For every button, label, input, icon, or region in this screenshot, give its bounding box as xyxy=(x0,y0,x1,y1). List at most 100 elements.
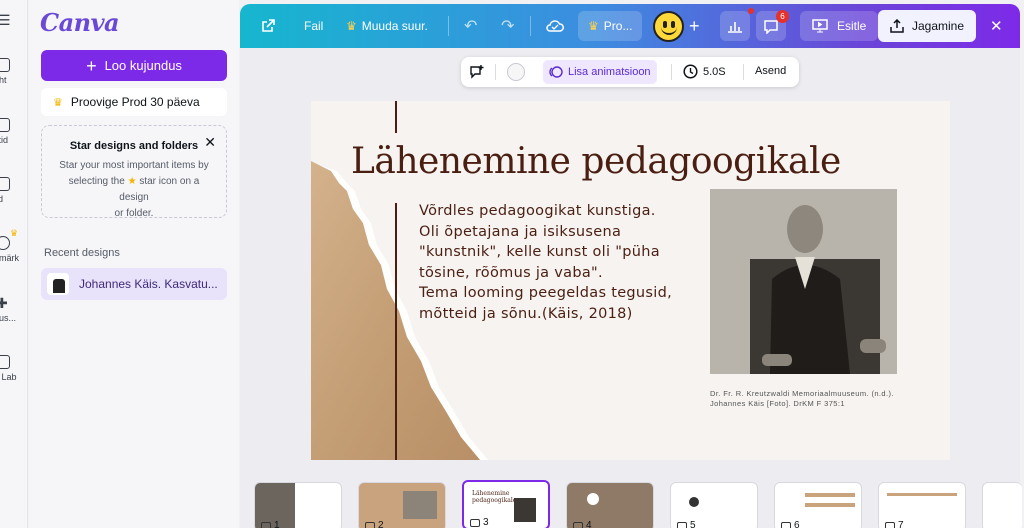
rail-item-lab[interactable]: n Lab xyxy=(0,355,27,382)
pro-button[interactable]: ♛ Pro... xyxy=(578,4,643,48)
star-card-title: Star designs and folders xyxy=(69,140,199,152)
page-thumbnail[interactable]: 4 xyxy=(566,482,654,528)
undo-icon[interactable]: ↶ xyxy=(464,4,477,48)
side-panel: Canva + Loo kujundus ♛ Proovige Prod 30 … xyxy=(29,0,239,528)
open-external-icon[interactable] xyxy=(260,4,276,48)
timing-button[interactable]: 5.0S xyxy=(683,64,726,79)
animate-button[interactable]: Lisa animatsioon xyxy=(543,60,657,84)
add-collaborator-icon[interactable]: + xyxy=(689,4,700,48)
decor-line xyxy=(395,203,397,460)
lab-icon xyxy=(0,355,10,369)
slide-title[interactable]: Lähenemine pedagoogikale xyxy=(351,141,911,182)
share-label: Jagamine xyxy=(911,19,965,33)
page-thumbnail[interactable]: 5 xyxy=(670,482,758,528)
menu-icon[interactable]: ☰ xyxy=(0,12,11,29)
portrait-photo[interactable] xyxy=(710,189,897,374)
present-pill: Esitle xyxy=(800,11,879,41)
rail-item-home[interactable]: eht xyxy=(0,58,27,85)
background-color-swatch[interactable] xyxy=(507,63,525,81)
page-thumbnail-selected[interactable]: Lähenemine pedagoogikale 3 xyxy=(462,480,550,528)
rail-item-projects[interactable]: ktid xyxy=(0,118,27,145)
divider xyxy=(671,64,672,80)
page-thumbnail[interactable]: 2 xyxy=(358,482,446,528)
rail-item-apps[interactable]: ✚ dus... xyxy=(0,296,27,323)
portrait-illustration xyxy=(710,189,897,374)
recent-design-item[interactable]: Johannes Käis. Kasvatu... xyxy=(41,268,227,300)
apps-icon: ✚ xyxy=(0,296,10,310)
page-number: 2 xyxy=(378,520,384,528)
animate-label: Lisa animatsioon xyxy=(568,66,651,78)
plus-icon: + xyxy=(86,55,97,76)
close-editor-icon[interactable]: ✕ xyxy=(990,4,1003,48)
recent-designs-heading: Recent designs xyxy=(44,247,120,259)
resize-button[interactable]: ♛ Muuda suur. xyxy=(346,4,428,48)
page-number: 7 xyxy=(898,520,904,528)
decor-line-top xyxy=(395,101,397,133)
page-filmstrip: 1 2 Lähenemine pedagoogikale 3 4 5 6 7 xyxy=(240,476,1022,528)
canva-logo[interactable]: Canva xyxy=(40,8,120,37)
create-design-label: Loo kujundus xyxy=(104,58,182,73)
pro-trial-button[interactable]: ♛ Proovige Prod 30 päeva xyxy=(41,88,227,116)
context-toolbar: Lisa animatsioon 5.0S Asend xyxy=(461,57,799,87)
body-line: mõtteid ja sõnu.(Käis, 2018) xyxy=(419,305,633,322)
body-line: Oli õpetajana ja isiksusena xyxy=(419,223,622,240)
page-thumbnail[interactable]: 7 xyxy=(878,482,966,528)
share-icon xyxy=(890,19,904,33)
cloud-save-icon[interactable] xyxy=(546,4,564,48)
page-thumbnail-partial[interactable] xyxy=(982,482,1022,528)
caption-line: Dr. Fr. R. Kreutzwaldi Memoriaalmuuseum.… xyxy=(710,389,894,398)
file-menu-button[interactable]: Fail xyxy=(304,4,323,48)
slide-body-text[interactable]: Võrdles pedagoogikat kunstiga. Oli õpeta… xyxy=(419,201,709,324)
slide-canvas[interactable]: Lähenemine pedagoogikale Võrdles pedagoo… xyxy=(311,101,950,460)
page-number: 4 xyxy=(586,520,592,528)
position-button[interactable]: Asend xyxy=(755,65,786,77)
redo-icon[interactable]: ↷ xyxy=(501,4,514,48)
star-card-description: Star your most important items by select… xyxy=(59,160,209,219)
user-avatar[interactable] xyxy=(653,11,684,42)
caption-line: Johannes Käis [Foto]. DrKM F 375:1 xyxy=(710,399,845,408)
left-rail: ☰ eht ktid lid ämärk ♛ ✚ dus... n Lab xyxy=(0,0,28,528)
animate-icon xyxy=(549,66,563,78)
page-thumbnail[interactable]: 6 xyxy=(774,482,862,528)
body-line: Tema looming peegeldas tegusid, xyxy=(419,285,673,301)
page-number: 3 xyxy=(483,517,489,528)
present-icon xyxy=(812,19,828,33)
page-number: 1 xyxy=(274,520,280,528)
crown-icon: ♛ xyxy=(10,228,19,238)
trial-label: Proovige Prod 30 päeva xyxy=(70,95,200,109)
rail-item-brand[interactable]: ämärk ♛ xyxy=(0,228,27,263)
body-line: Võrdles pedagoogikat kunstiga. xyxy=(419,203,656,219)
crown-icon: ♛ xyxy=(53,96,63,109)
insights-button[interactable] xyxy=(720,4,750,48)
home-icon xyxy=(0,58,10,72)
brand-icon xyxy=(0,236,10,250)
resize-label: Muuda suur. xyxy=(361,19,428,33)
star-designs-card: ✕ Star designs and folders Star your mos… xyxy=(41,125,227,219)
comment-count-badge: 6 xyxy=(776,10,789,23)
clock-icon xyxy=(683,64,698,79)
bar-chart-icon xyxy=(728,22,742,33)
divider xyxy=(495,64,496,80)
folder-icon xyxy=(0,118,10,132)
duration-label: 5.0S xyxy=(703,65,726,78)
divider xyxy=(530,16,531,36)
present-button[interactable]: Esitle xyxy=(800,4,879,48)
share-button[interactable]: Jagamine xyxy=(878,10,976,42)
divider xyxy=(743,64,744,80)
crown-icon: ♛ xyxy=(588,19,599,33)
divider xyxy=(448,16,449,36)
page-number: 6 xyxy=(794,520,800,528)
page-thumbnail[interactable]: 1 xyxy=(254,482,342,528)
editor-topbar: Fail ♛ Muuda suur. ↶ ↷ ♛ Pro... + 6 Esit… xyxy=(240,4,1020,48)
create-design-button[interactable]: + Loo kujundus xyxy=(41,50,227,81)
rail-item-templates[interactable]: lid xyxy=(0,177,27,204)
body-line: "kunstnik", kelle kunst oli "püha xyxy=(419,244,660,260)
template-icon xyxy=(0,177,10,191)
page-number: 5 xyxy=(690,520,696,528)
close-icon[interactable]: ✕ xyxy=(204,134,216,151)
insights-pill xyxy=(720,11,750,41)
pro-pill: ♛ Pro... xyxy=(578,11,643,41)
add-comment-icon[interactable] xyxy=(469,64,485,83)
body-line: tõsine, rõõmus ja vaba". xyxy=(419,264,603,281)
notification-dot xyxy=(748,8,754,14)
